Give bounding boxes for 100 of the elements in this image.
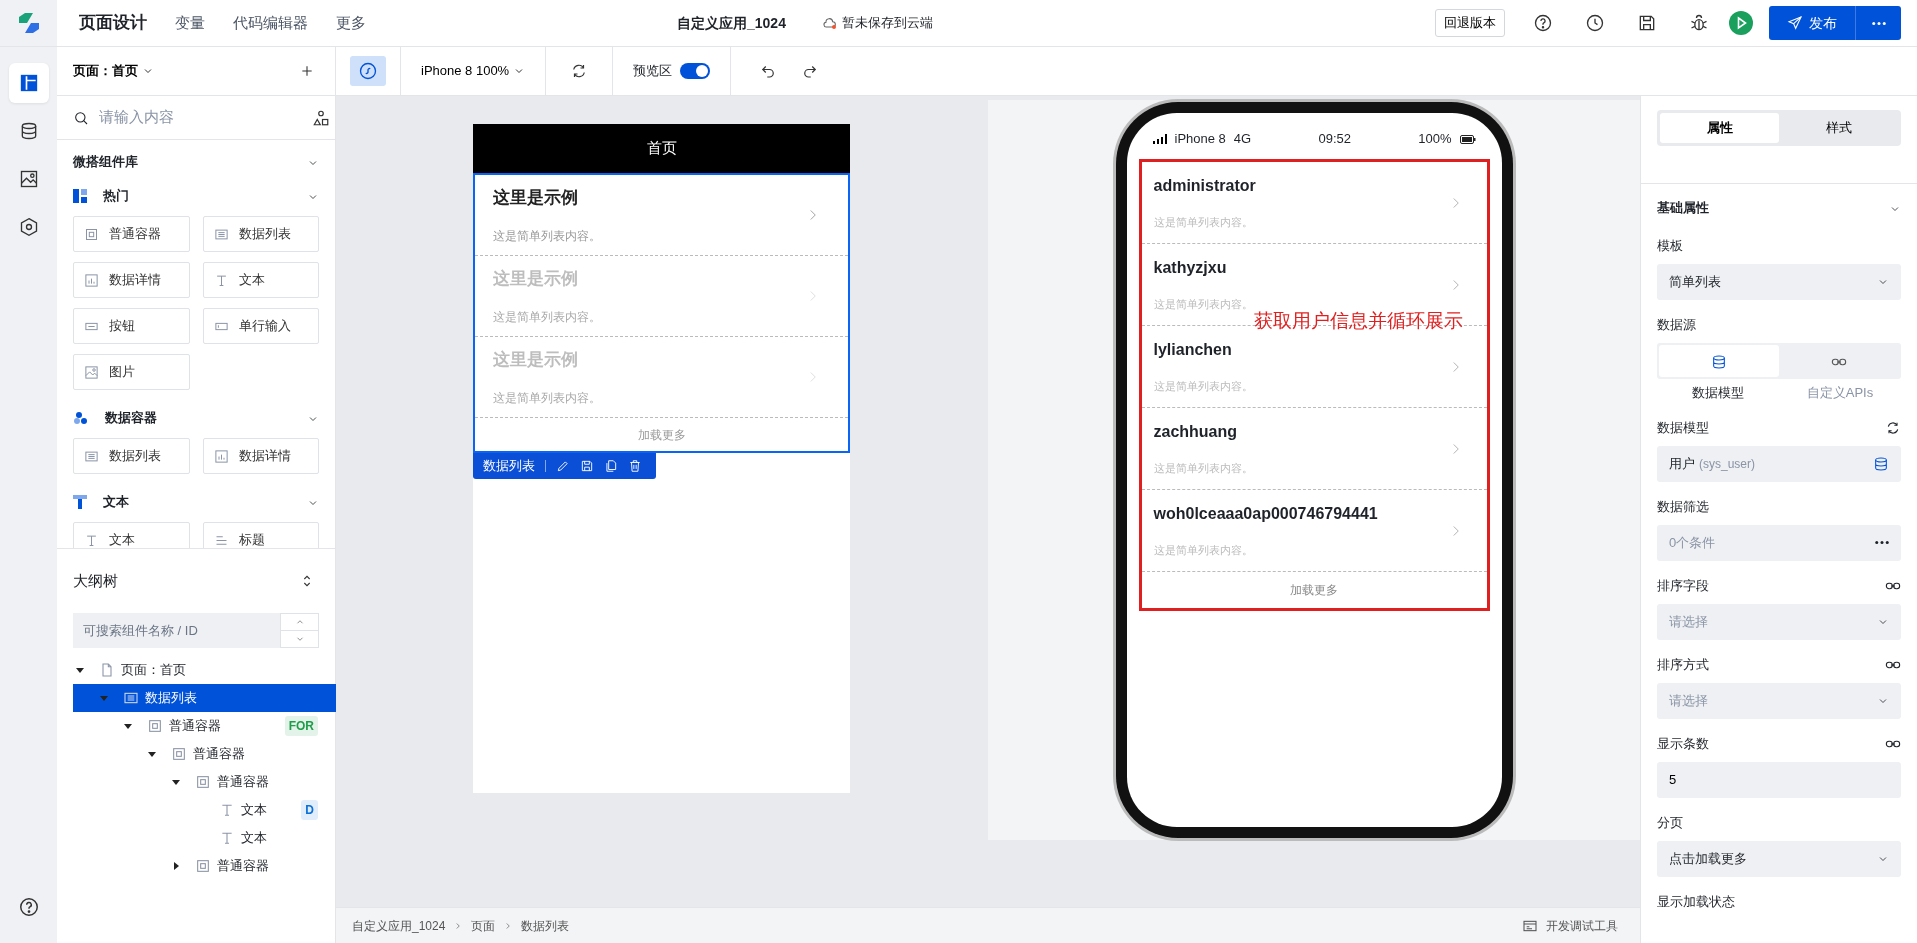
component-item[interactable]: 按钮 xyxy=(73,308,190,344)
save-icon xyxy=(1637,13,1657,33)
tree-item[interactable]: 普通容器 xyxy=(73,852,336,880)
search-icon xyxy=(73,109,89,126)
item-description: 这是简单列表内容。 xyxy=(1153,297,1254,313)
component-item[interactable]: 数据详情 xyxy=(202,438,319,474)
copy-icon[interactable] xyxy=(604,459,618,473)
device-selector[interactable]: iPhone 8 100% xyxy=(421,61,526,81)
text-icon xyxy=(219,802,235,818)
tree-item[interactable]: 文本 D xyxy=(73,796,336,824)
network-text: 4G xyxy=(1233,130,1252,149)
plus-icon xyxy=(299,63,315,79)
component-item[interactable]: 图片 xyxy=(73,354,190,390)
option-label: 数据模型 xyxy=(1692,385,1744,400)
breadcrumb-item[interactable]: 自定义应用_1024 xyxy=(352,916,446,935)
text-block-icon xyxy=(73,495,87,509)
preview-switch[interactable] xyxy=(680,63,711,79)
select-field[interactable]: 点击加载更多 xyxy=(1657,840,1901,877)
container-icon xyxy=(84,226,99,242)
panel-tab[interactable]: 样式 xyxy=(1779,113,1898,143)
component-item[interactable]: 文本 xyxy=(73,522,190,548)
bug-icon xyxy=(1689,13,1709,33)
edit-icon[interactable] xyxy=(556,459,570,473)
item-title: 这里是示例 xyxy=(493,349,579,372)
battery-icon xyxy=(1459,134,1476,144)
section-title: 基础属性 xyxy=(1657,199,1709,218)
user-name: zachhuang xyxy=(1153,422,1239,443)
database-icon xyxy=(1711,353,1727,370)
selected-list[interactable]: 这里是示例 这是简单列表内容。 这里是示例 这是简单列表内容。 这里是示例 这是简单列表内容。 加载更多 xyxy=(473,173,850,453)
status-time: 09:52 xyxy=(1318,130,1351,149)
breadcrumb-item[interactable]: 页面 xyxy=(471,916,496,935)
component-item[interactable]: 单行输入 xyxy=(202,308,319,344)
component-item[interactable]: 普通容器 xyxy=(73,216,190,252)
page-selector[interactable]: 页面：首页 xyxy=(73,61,154,81)
outline-title: 大纲树 xyxy=(73,570,118,591)
component-item[interactable]: 数据列表 xyxy=(73,438,190,474)
field-label: 分页 xyxy=(1657,813,1683,832)
field-label: 数据筛选 xyxy=(1657,497,1709,516)
user-name: woh0lceaaa0ap000746794441 xyxy=(1153,504,1379,525)
devtools-button[interactable]: 开发调试工具 xyxy=(1516,915,1624,936)
run-button[interactable] xyxy=(1729,11,1753,35)
field-label: 排序字段 xyxy=(1657,576,1709,595)
item-description: 这是简单列表内容。 xyxy=(1153,215,1254,231)
play-icon xyxy=(1729,11,1753,35)
caret-icon[interactable] xyxy=(123,721,133,731)
model-field[interactable]: 用户 (sys_user) xyxy=(1657,445,1901,482)
component-item[interactable]: 数据详情 xyxy=(73,262,190,298)
more-icon xyxy=(1875,541,1889,544)
caret-icon[interactable] xyxy=(171,777,181,787)
caret-icon[interactable] xyxy=(171,861,181,871)
selection-label: 数据列表 xyxy=(483,457,535,476)
tree-item[interactable]: 页面：首页 xyxy=(73,656,336,684)
select-field[interactable]: 简单列表 xyxy=(1657,264,1901,300)
refresh-icon[interactable] xyxy=(1885,420,1901,437)
option-label: 自定义APIs xyxy=(1806,385,1874,400)
nav-tab[interactable]: 代码编辑器 xyxy=(219,11,322,35)
group-title: 热门 xyxy=(103,187,129,206)
nav-tab[interactable]: 变量 xyxy=(161,11,219,35)
nav-tab[interactable]: 更多 xyxy=(322,11,380,35)
component-item[interactable]: 数据列表 xyxy=(202,216,319,252)
delete-icon[interactable] xyxy=(628,459,642,473)
field-label: 数据模型 xyxy=(1657,418,1709,437)
annotation-text: 获取用户信息并循环展示 xyxy=(1253,309,1463,333)
field-label: 显示加载状态 xyxy=(1657,892,1735,911)
container-icon xyxy=(195,858,211,874)
item-description: 这是简单列表内容。 xyxy=(1153,379,1254,395)
tree-item[interactable]: 普通容器 xyxy=(73,740,336,768)
rollback-button[interactable]: 回退版本 xyxy=(1435,9,1505,37)
tree-item[interactable]: 文本 xyxy=(73,824,336,852)
outline-search-field[interactable]: 可搜索组件名称 / ID xyxy=(73,613,280,648)
field-label: 模板 xyxy=(1657,237,1683,256)
save-status: 暂未保存到云端 xyxy=(841,14,933,33)
panel-tab[interactable]: 属性 xyxy=(1660,113,1779,143)
breadcrumb-item[interactable]: 数据列表 xyxy=(521,916,570,935)
tree-item[interactable]: 普通容器 xyxy=(73,768,336,796)
bar-chart-icon xyxy=(213,448,229,464)
publish-button[interactable]: 发布 xyxy=(1769,6,1855,40)
preview-label: 预览区 xyxy=(633,62,673,81)
field-label: 显示条数 xyxy=(1657,734,1709,753)
link-circle-icon xyxy=(359,62,377,80)
count-field[interactable]: 5 xyxy=(1657,761,1901,798)
tree-badge: FOR xyxy=(284,716,318,736)
caret-icon[interactable] xyxy=(75,665,85,675)
rail-button[interactable] xyxy=(8,63,49,103)
help-icon xyxy=(1533,13,1553,33)
container-icon xyxy=(147,718,163,734)
save-icon[interactable] xyxy=(580,459,594,473)
tree-item[interactable]: 数据列表 xyxy=(73,684,336,712)
image-icon xyxy=(84,364,99,380)
load-more-link[interactable]: 加载更多 xyxy=(1290,581,1338,599)
text-icon xyxy=(84,532,99,548)
component-item[interactable]: 文本 xyxy=(202,262,319,298)
battery-text: 100% xyxy=(1418,130,1452,149)
app-logo-icon[interactable] xyxy=(16,13,41,33)
tree-item[interactable]: 普通容器 FOR xyxy=(73,712,336,740)
nav-tab[interactable]: 页面设计 xyxy=(65,10,161,36)
group-title: 文本 xyxy=(103,493,129,512)
caret-icon[interactable] xyxy=(147,749,157,759)
carrier-text: iPhone 8 xyxy=(1174,130,1226,149)
component-item[interactable]: 标题 xyxy=(202,522,319,548)
